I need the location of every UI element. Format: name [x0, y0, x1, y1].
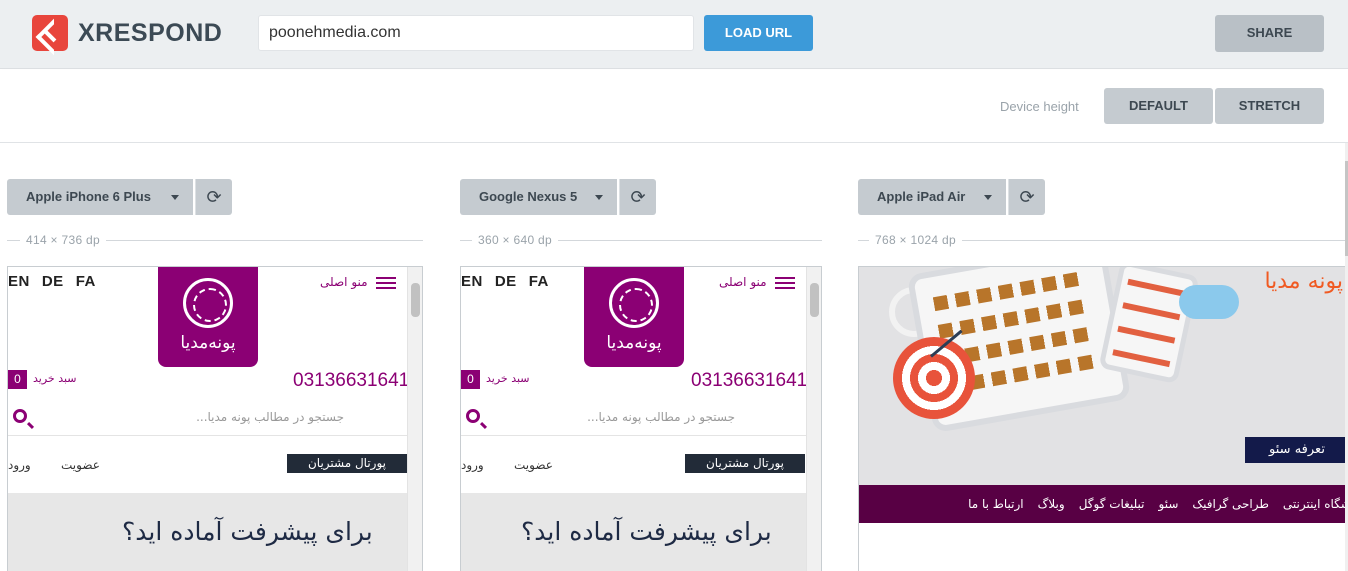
device-select-ipad[interactable]: Apple iPad Air — [858, 179, 1006, 215]
customer-portal-button[interactable]: پورتال مشتریان — [685, 454, 805, 473]
cart-count-badge: 0 — [461, 370, 480, 389]
scrollbar-thumb[interactable] — [810, 283, 819, 317]
hero-section: برای پیشرفت آماده اید؟ — [461, 493, 807, 571]
frame-scrollbar[interactable] — [806, 267, 821, 571]
main-menu-label[interactable]: منو اصلی — [719, 275, 767, 289]
device-dimensions: 360 × 640 dp — [472, 233, 559, 247]
login-link[interactable]: ورود — [461, 458, 484, 472]
hamburger-icon[interactable] — [775, 277, 795, 289]
phone-number: 03136631641 — [691, 370, 808, 391]
site-logo-text: پونه‌مدیا — [180, 333, 236, 353]
device-height-bar: Device height DEFAULT STRETCH — [0, 70, 1348, 143]
device-frame-ipad[interactable]: پونه مدیا تعرفه سئو فروشگاه اینترنتی طراح… — [858, 266, 1348, 571]
cart-count-badge: 0 — [8, 370, 27, 389]
ipad-site-title: پونه مدیا — [1264, 269, 1343, 294]
hero-section: برای پیشرفت آماده اید؟ — [8, 493, 408, 571]
hero-heading: برای پیشرفت آماده اید؟ — [521, 517, 772, 546]
site-logo[interactable]: پونه‌مدیا — [584, 267, 684, 367]
phone-number: 03136631641 — [293, 370, 410, 391]
nav-item-seo[interactable]: سئو — [1159, 485, 1179, 523]
device-preview-area: Apple iPhone 6 Plus ⟳ 414 × 736 dp EN DE F… — [0, 143, 1348, 571]
chevron-down-icon — [984, 195, 992, 200]
register-link[interactable]: عضویت — [61, 458, 100, 472]
cart-link[interactable]: سبد خرید — [33, 372, 77, 385]
ipad-nav-bar: فروشگاه اینترنتی طراحی گرافیک سئو تبلیغات گ… — [859, 485, 1348, 523]
scrollbar-thumb[interactable] — [411, 283, 420, 317]
device-select-iphone[interactable]: Apple iPhone 6 Plus — [7, 179, 193, 215]
app-logo[interactable]: XRESPOND — [32, 15, 222, 51]
lang-fa[interactable]: FA — [76, 273, 96, 290]
main-menu-label[interactable]: منو اصلی — [320, 275, 368, 289]
lang-en[interactable]: EN — [8, 273, 30, 290]
logo-ornament-icon — [183, 278, 233, 328]
language-switcher: EN DE FA — [461, 273, 561, 290]
device-name: Apple iPad Air — [877, 189, 966, 204]
chevron-down-icon — [171, 195, 179, 200]
lang-de[interactable]: DE — [42, 273, 64, 290]
search-icon[interactable] — [13, 409, 27, 423]
nav-item-shop[interactable]: فروشگاه اینترنتی — [1283, 485, 1348, 523]
nav-item-blog[interactable]: وبلاگ — [1038, 485, 1065, 523]
register-link[interactable]: عضویت — [514, 458, 553, 472]
seo-pricing-badge[interactable]: تعرفه سئو — [1245, 437, 1348, 463]
language-switcher: EN DE FA — [8, 273, 108, 290]
site-logo-text: پونه‌مدیا — [606, 333, 662, 353]
device-name: Google Nexus 5 — [479, 189, 578, 204]
divider — [461, 435, 807, 436]
device-dimensions: 414 × 736 dp — [20, 233, 107, 247]
lang-de[interactable]: DE — [495, 273, 517, 290]
rotate-icon[interactable]: ⟳ — [619, 179, 656, 215]
stretch-height-button[interactable]: STRETCH — [1215, 88, 1324, 124]
search-input[interactable]: جستجو در مطالب پونه مدیا... — [176, 410, 344, 424]
lang-fa[interactable]: FA — [529, 273, 549, 290]
device-height-label: Device height — [1000, 99, 1079, 114]
hamburger-icon[interactable] — [376, 277, 396, 289]
cloud-icon — [1179, 285, 1239, 319]
load-url-button[interactable]: LOAD URL — [704, 15, 813, 51]
share-button[interactable]: SHARE — [1215, 15, 1324, 52]
cart-link[interactable]: سبد خرید — [486, 372, 530, 385]
device-dimensions: 768 × 1024 dp — [869, 233, 962, 247]
login-link[interactable]: ورود — [8, 458, 31, 472]
target-icon — [893, 337, 975, 419]
search-input[interactable]: جستجو در مطالب پونه مدیا... — [567, 410, 735, 424]
xrespond-logo-icon — [32, 15, 68, 51]
device-name: Apple iPhone 6 Plus — [26, 189, 151, 204]
search-icon[interactable] — [466, 409, 480, 423]
phone-illustration — [1098, 267, 1200, 385]
device-select-nexus[interactable]: Google Nexus 5 — [460, 179, 617, 215]
nav-item-graphic-design[interactable]: طراحی گرافیک — [1192, 485, 1269, 523]
rotate-icon[interactable]: ⟳ — [195, 179, 232, 215]
device-frame-iphone[interactable]: EN DE FA پونه‌مدیا منو اصلی 0 سبد خرید 031… — [7, 266, 423, 571]
divider — [8, 435, 408, 436]
customer-portal-button[interactable]: پورتال مشتریان — [287, 454, 407, 473]
default-height-button[interactable]: DEFAULT — [1104, 88, 1213, 124]
top-toolbar: XRESPOND LOAD URL SHARE — [0, 0, 1348, 69]
ipad-hero-banner: پونه مدیا تعرفه سئو — [859, 267, 1348, 485]
url-input[interactable] — [258, 15, 694, 51]
logo-ornament-icon — [609, 278, 659, 328]
frame-scrollbar[interactable] — [407, 267, 422, 571]
device-frame-nexus[interactable]: EN DE FA پونه‌مدیا منو اصلی 0 سبد خرید 031… — [460, 266, 822, 571]
lang-en[interactable]: EN — [461, 273, 483, 290]
nav-item-google-ads[interactable]: تبلیغات گوگل — [1079, 485, 1145, 523]
chevron-down-icon — [595, 195, 603, 200]
rotate-icon[interactable]: ⟳ — [1008, 179, 1045, 215]
nav-item-contact[interactable]: ارتباط با ما — [968, 485, 1024, 523]
hero-heading: برای پیشرفت آماده اید؟ — [122, 517, 373, 546]
logo-text: XRESPOND — [78, 18, 223, 47]
site-logo[interactable]: پونه‌مدیا — [158, 267, 258, 367]
